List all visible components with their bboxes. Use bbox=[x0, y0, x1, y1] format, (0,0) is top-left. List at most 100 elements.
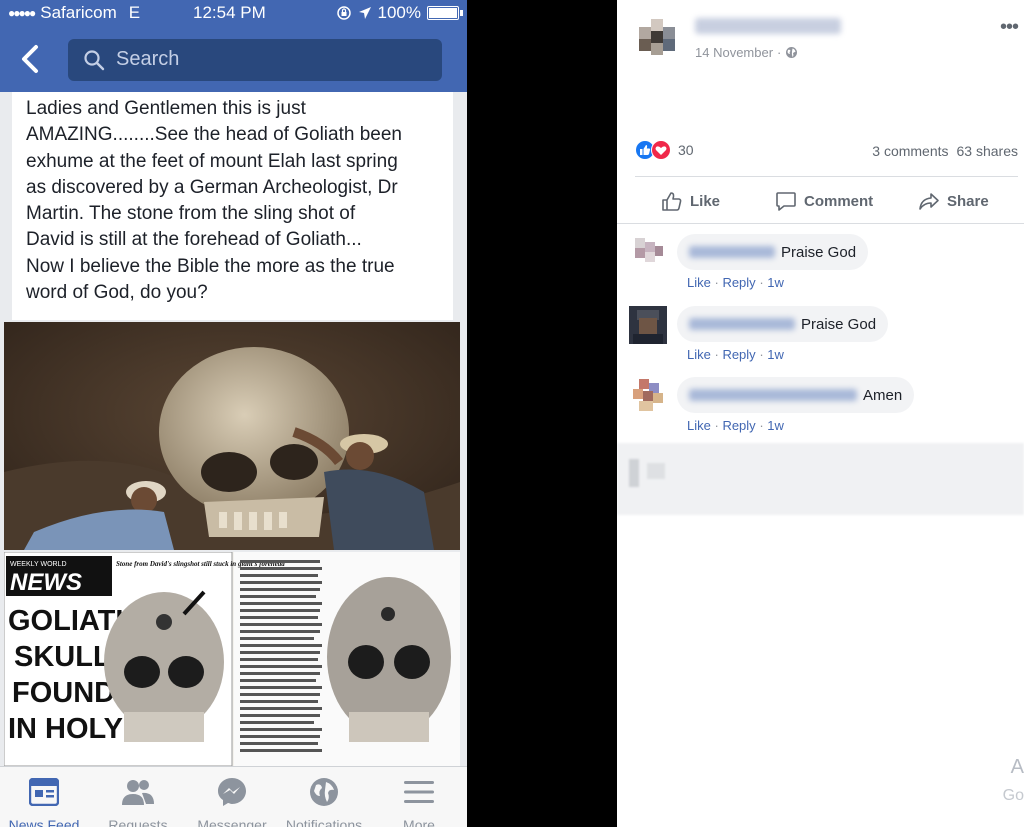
svg-text:SKULL: SKULL bbox=[14, 641, 111, 673]
comment-actions: Like · Reply · 1w bbox=[687, 275, 784, 290]
like-button[interactable]: Like bbox=[661, 190, 720, 212]
globe-icon bbox=[310, 778, 338, 806]
like-label: Like bbox=[690, 192, 721, 210]
battery-percent: 100% bbox=[377, 3, 421, 22]
comment-time[interactable]: 1w bbox=[767, 347, 784, 362]
share-arrow-icon bbox=[919, 193, 939, 210]
comment-actions: Like · Reply · 1w bbox=[687, 347, 784, 362]
back-chevron-icon[interactable] bbox=[16, 41, 46, 77]
carrier-name: Safaricom bbox=[40, 3, 117, 22]
excavation-photo-art bbox=[4, 322, 460, 550]
author-name-blurred[interactable] bbox=[695, 18, 841, 34]
rotation-lock-icon bbox=[336, 6, 351, 20]
signal-dots-icon: ●●●●● bbox=[8, 6, 36, 20]
comment-button[interactable]: Comment bbox=[775, 190, 873, 212]
comment-time[interactable]: 1w bbox=[767, 418, 784, 433]
comment-item: Praise God Like · Reply · 1w bbox=[617, 234, 1024, 304]
tab-requests[interactable]: Requests bbox=[91, 775, 185, 827]
tab-label: Requests bbox=[108, 817, 168, 827]
comments-count-link[interactable]: 3 comments bbox=[872, 143, 948, 159]
newspaper-clipping-photo[interactable]: WEEKLY WORLD NEWS Stone from David's sli… bbox=[4, 552, 460, 766]
newspaper-masthead-small: WEEKLY WORLD bbox=[10, 561, 67, 568]
menu-icon bbox=[404, 781, 434, 803]
comment-text: Praise God bbox=[781, 243, 857, 261]
commenter-name-blurred[interactable] bbox=[689, 389, 857, 401]
comment-reply-link[interactable]: Reply bbox=[722, 418, 755, 433]
messenger-icon bbox=[218, 778, 246, 806]
battery-icon bbox=[427, 6, 463, 20]
divider bbox=[635, 176, 1018, 177]
post-caption: Ladies and Gentlemen this is just AMAZIN… bbox=[12, 92, 453, 320]
fb-mobile-navbar: Search bbox=[0, 28, 467, 92]
blurred-avatar-block bbox=[647, 463, 665, 479]
commenter-name-blurred[interactable] bbox=[689, 318, 795, 330]
mobile-tab-bar: News Feed Requests Messenger Notificatio… bbox=[0, 766, 467, 827]
comment-bubble-icon bbox=[776, 192, 796, 211]
reactions-summary[interactable]: 30 bbox=[635, 140, 694, 160]
tab-label: News Feed bbox=[8, 817, 80, 827]
svg-text:FOUND: FOUND bbox=[12, 677, 115, 709]
thumbs-up-icon bbox=[662, 192, 682, 211]
commenter-avatar[interactable] bbox=[629, 234, 667, 272]
comment-time[interactable]: 1w bbox=[767, 275, 784, 290]
comment-text: Praise God bbox=[801, 315, 877, 333]
commenter-name-blurred[interactable] bbox=[689, 246, 775, 258]
status-time: 12:54 PM bbox=[193, 3, 266, 22]
newspaper-clipping-art: WEEKLY WORLD NEWS Stone from David's sli… bbox=[4, 552, 460, 766]
blurred-avatar-block bbox=[629, 459, 639, 487]
comment-actions: Like · Reply · 1w bbox=[687, 418, 784, 433]
location-arrow-icon bbox=[358, 7, 371, 19]
tab-more[interactable]: More bbox=[372, 775, 466, 827]
friend-requests-icon bbox=[122, 780, 154, 805]
post-action-bar: Like Comment Share bbox=[617, 178, 1024, 222]
post-caption-text: Ladies and Gentlemen this is just AMAZIN… bbox=[26, 98, 402, 304]
author-avatar[interactable] bbox=[635, 15, 683, 63]
engagement-counts: 3 comments 63 shares bbox=[872, 143, 1018, 159]
tab-label: Notifications bbox=[285, 817, 363, 827]
search-icon bbox=[84, 50, 105, 71]
comment-like-link[interactable]: Like bbox=[687, 347, 711, 362]
shares-count-link[interactable]: 63 shares bbox=[957, 143, 1018, 159]
comment-bubble: Praise God bbox=[677, 234, 869, 270]
comment-reply-link[interactable]: Reply bbox=[722, 275, 755, 290]
comment-item: Amen Like · Reply · 1w bbox=[617, 377, 1024, 447]
newspaper-masthead: NEWS bbox=[10, 569, 82, 596]
write-comment-area-blurred[interactable] bbox=[617, 443, 1024, 515]
comment-label: Comment bbox=[804, 192, 874, 210]
post-options-icon[interactable]: ••• bbox=[1000, 16, 1019, 39]
post-meta: 14 November · bbox=[695, 45, 798, 60]
search-input[interactable]: Search bbox=[68, 39, 442, 81]
comment-reply-link[interactable]: Reply bbox=[722, 347, 755, 362]
tab-notifications[interactable]: Notifications bbox=[277, 775, 371, 827]
divider bbox=[617, 223, 1024, 224]
sidebar-cut-text: A bbox=[1010, 756, 1024, 778]
comment-bubble: Praise God bbox=[677, 306, 889, 342]
comment-like-link[interactable]: Like bbox=[687, 275, 711, 290]
ios-status-bar: ●●●●● Safaricom E 12:54 PM 100% bbox=[0, 0, 467, 28]
commenter-avatar[interactable] bbox=[629, 377, 667, 415]
post-date[interactable]: 14 November bbox=[695, 45, 773, 60]
comment-bubble: Amen bbox=[677, 377, 915, 413]
reaction-count: 30 bbox=[678, 142, 694, 158]
facebook-post-panel: 14 November · ••• 30 3 comments 63 share… bbox=[617, 0, 1024, 827]
share-label: Share bbox=[947, 192, 989, 210]
meta-separator: · bbox=[777, 45, 782, 60]
tab-news-feed[interactable]: News Feed bbox=[0, 775, 91, 827]
public-globe-icon bbox=[786, 47, 798, 58]
phone-screenshot: ●●●●● Safaricom E 12:54 PM 100% Search L… bbox=[0, 0, 467, 827]
comment-like-link[interactable]: Like bbox=[687, 418, 711, 433]
share-button[interactable]: Share bbox=[918, 190, 989, 212]
news-feed-icon bbox=[29, 778, 59, 806]
sidebar-cut-text: Go bbox=[1002, 787, 1024, 804]
comment-item: Praise God Like · Reply · 1w bbox=[617, 306, 1024, 376]
tab-label: More bbox=[403, 817, 435, 827]
tab-label: Messenger bbox=[197, 817, 267, 827]
excavation-photo[interactable] bbox=[4, 322, 460, 550]
search-placeholder: Search bbox=[116, 48, 180, 70]
svg-text:IN HOLY: IN HOLY bbox=[8, 713, 123, 745]
comment-text: Amen bbox=[863, 386, 903, 404]
tab-messenger[interactable]: Messenger bbox=[185, 775, 279, 827]
network-type: E bbox=[128, 3, 141, 22]
commenter-avatar[interactable] bbox=[629, 306, 667, 344]
love-reaction-icon bbox=[651, 140, 671, 160]
